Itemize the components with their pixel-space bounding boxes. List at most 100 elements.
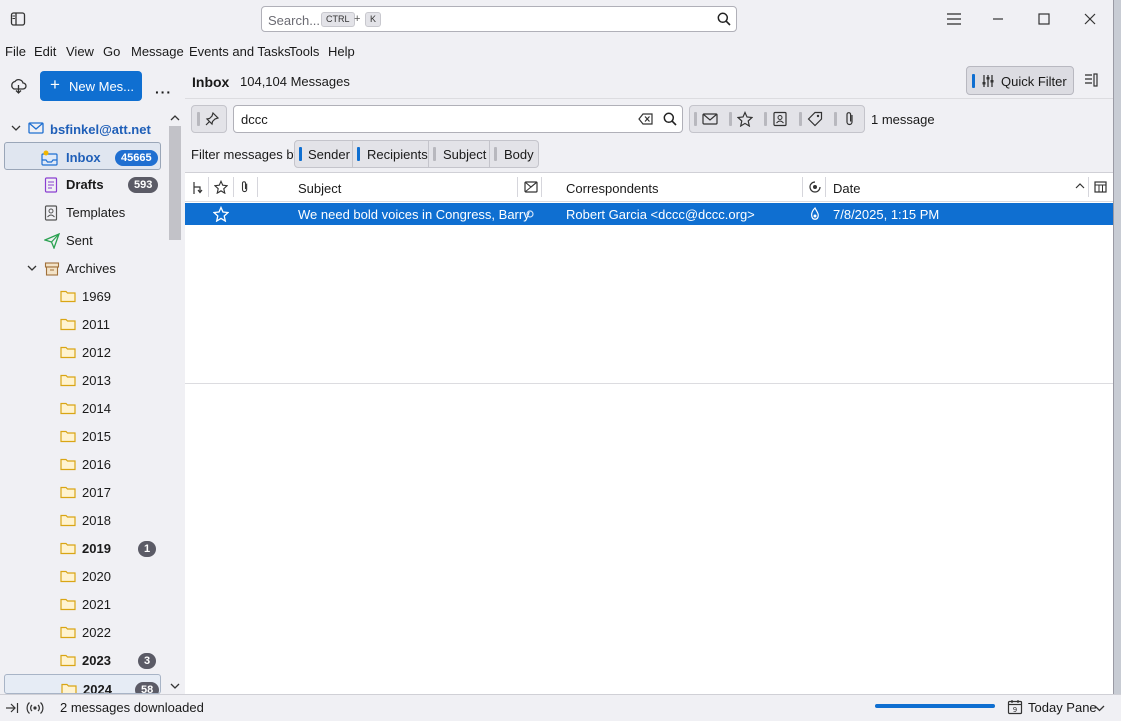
close-icon[interactable] (1078, 8, 1102, 30)
folder-scrollbar-thumb[interactable] (169, 126, 181, 240)
menu-help[interactable]: Help (328, 44, 355, 59)
folder-year-2017[interactable]: 2017 (4, 478, 161, 506)
folder-year-2013[interactable]: 2013 (4, 366, 161, 394)
folder-year-2019[interactable]: 2019 1 (4, 534, 161, 562)
folder-label: 2015 (82, 429, 111, 444)
menu-file[interactable]: File (5, 44, 26, 59)
attachment-filter-toggle[interactable] (830, 106, 865, 132)
column-picker-icon[interactable] (1094, 181, 1107, 193)
column-separator[interactable] (541, 177, 542, 197)
subject-column[interactable]: Subject (298, 181, 341, 196)
minimize-icon[interactable] (986, 8, 1010, 30)
menu-view[interactable]: View (66, 44, 94, 59)
folder-year-2015[interactable]: 2015 (4, 422, 161, 450)
filter-body-button[interactable]: Body (490, 140, 539, 168)
folder-year-2016[interactable]: 2016 (4, 450, 161, 478)
menu-go[interactable]: Go (103, 44, 120, 59)
menu-message[interactable]: Message (131, 44, 184, 59)
menu-edit[interactable]: Edit (34, 44, 56, 59)
read-status-column-icon[interactable] (809, 180, 821, 194)
search-icon[interactable] (717, 12, 731, 26)
sticky-filter-button[interactable] (191, 105, 227, 133)
column-separator[interactable] (208, 177, 209, 197)
folder-label: 2014 (82, 401, 111, 416)
column-separator[interactable] (517, 177, 518, 197)
read-status-icon[interactable] (808, 207, 822, 221)
new-message-button[interactable]: + New Mes... (40, 71, 142, 101)
folder-label: 2023 (82, 653, 111, 668)
folder-year-2014[interactable]: 2014 (4, 394, 161, 422)
folder-label: 2019 (82, 541, 111, 556)
archives-expand-chevron-icon[interactable] (26, 262, 42, 276)
maximize-icon[interactable] (1032, 8, 1056, 30)
attachment-column-icon[interactable] (240, 180, 250, 194)
quick-filter-input[interactable]: dccc (233, 105, 683, 133)
more-options-icon[interactable]: ··· (155, 84, 172, 100)
folder-icon (60, 289, 76, 303)
account-expand-chevron-icon[interactable] (10, 122, 22, 134)
toggle-folder-pane-icon[interactable] (5, 701, 19, 715)
sidebar-toggle-icon[interactable] (10, 11, 26, 27)
search-placeholder: Search... (268, 13, 321, 28)
app-menu-icon[interactable] (942, 8, 966, 30)
spam-column-icon[interactable] (524, 181, 538, 193)
contact-filter-toggle[interactable] (760, 106, 795, 132)
scroll-down-icon[interactable] (169, 681, 181, 691)
folder-year-2012[interactable]: 2012 (4, 338, 161, 366)
pin-icon (205, 112, 219, 126)
column-separator[interactable] (233, 177, 234, 197)
folder-inbox[interactable]: Inbox 45665 (4, 142, 161, 170)
thread-column-icon[interactable] (191, 181, 203, 195)
column-separator[interactable] (802, 177, 803, 197)
star-column-icon[interactable] (214, 180, 228, 194)
clear-filter-icon[interactable] (638, 112, 654, 126)
column-separator[interactable] (1088, 177, 1089, 197)
get-messages-icon[interactable] (10, 78, 27, 95)
filter-subject-button[interactable]: Subject (429, 140, 490, 168)
message-list-display-options-icon[interactable] (1084, 73, 1098, 87)
menu-events-tasks[interactable]: Events and Tasks (189, 44, 291, 59)
spam-status-icon[interactable] (525, 209, 535, 219)
folder-label: 2016 (82, 457, 111, 472)
column-separator[interactable] (825, 177, 826, 197)
column-separator[interactable] (257, 177, 258, 197)
scroll-up-icon[interactable] (169, 113, 181, 123)
correspondents-column[interactable]: Correspondents (566, 181, 659, 196)
date-column[interactable]: Date (833, 181, 860, 196)
folder-year-2021[interactable]: 2021 (4, 590, 161, 618)
toggle-indicator (799, 112, 802, 126)
toggle-indicator (729, 112, 732, 126)
menu-tools[interactable]: Tools (289, 44, 319, 59)
folder-archives[interactable]: Archives (4, 254, 161, 282)
folder-year-2011[interactable]: 2011 (4, 310, 161, 338)
folder-year-2023[interactable]: 2023 3 (4, 646, 161, 674)
quick-filter-button[interactable]: Quick Filter (966, 66, 1074, 95)
filter-sender-button[interactable]: Sender (294, 140, 353, 168)
message-pane-splitter[interactable] (185, 383, 1113, 384)
filter-recipients-button[interactable]: Recipients (353, 140, 429, 168)
folder-year-2024[interactable]: 2024 58 (4, 674, 161, 694)
account-name[interactable]: bsfinkel@att.net (50, 122, 151, 137)
folder-year-1969[interactable]: 1969 (4, 282, 161, 310)
folder-title: Inbox (192, 74, 230, 90)
folder-drafts[interactable]: Drafts 593 (4, 170, 161, 198)
filter-text: dccc (241, 112, 268, 127)
online-status-icon[interactable] (26, 700, 44, 716)
global-search-input[interactable]: Search... CTRL + K (261, 6, 737, 32)
message-row[interactable]: We need bold voices in Congress, Barry R… (185, 203, 1113, 225)
star-toggle-icon[interactable] (213, 206, 229, 222)
folder-year-2020[interactable]: 2020 (4, 562, 161, 590)
folder-year-2018[interactable]: 2018 (4, 506, 161, 534)
unread-filter-toggle[interactable] (690, 106, 725, 132)
folder-sent[interactable]: Sent (4, 226, 161, 254)
filter-option-label: Subject (443, 147, 487, 162)
svg-text:9: 9 (1013, 706, 1017, 714)
folder-year-2022[interactable]: 2022 (4, 618, 161, 646)
folder-label: 2020 (82, 569, 111, 584)
folder-templates[interactable]: Templates (4, 198, 161, 226)
today-pane-button[interactable]: 9 Today Pane (1005, 696, 1111, 718)
filter-toggle-group (689, 105, 865, 133)
sort-ascending-icon[interactable] (1075, 182, 1085, 190)
starred-filter-toggle[interactable] (725, 106, 760, 132)
tags-filter-toggle[interactable] (795, 106, 830, 132)
